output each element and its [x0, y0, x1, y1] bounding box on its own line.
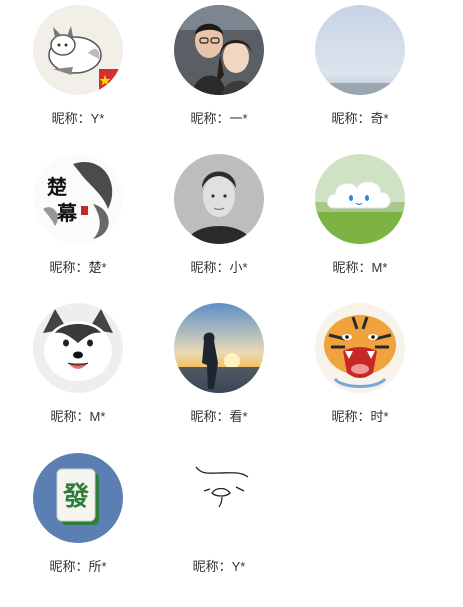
roaring-tiger-avatar-icon[interactable] [315, 303, 405, 393]
nickname-label: 昵称：奇* [331, 111, 389, 126]
sketch-face-avatar-icon[interactable] [174, 453, 264, 543]
couple-selfie-avatar-icon[interactable] [174, 5, 264, 95]
smiling-husky-avatar-icon[interactable] [33, 303, 123, 393]
user-avatar-grid: 昵称：Y* 昵称：一* 昵称：奇* 楚 幕 昵称：楚* 昵称：小* 昵称：M* … [0, 0, 463, 607]
nickname-label: 昵称：楚* [49, 260, 107, 275]
user-card[interactable]: 昵称：看* [144, 301, 294, 451]
nickname-label: 昵称：看* [190, 409, 248, 424]
user-card[interactable]: 昵称：时* [285, 301, 435, 451]
nickname-label: 昵称：所* [49, 559, 107, 574]
user-card[interactable]: 發 昵称：所* [3, 451, 153, 601]
user-card[interactable]: 昵称：M* [285, 152, 435, 302]
svg-text:楚: 楚 [47, 175, 67, 199]
nickname-label: 昵称：M* [50, 409, 106, 424]
svg-text:幕: 幕 [56, 201, 78, 225]
ink-calligraphy-avatar-icon[interactable]: 楚 幕 [33, 154, 123, 244]
svg-text:發: 發 [62, 482, 90, 512]
nickname-label: 昵称：M* [332, 260, 388, 275]
sunset-silhouette-avatar-icon[interactable] [174, 303, 264, 393]
nickname-label: 昵称：时* [331, 409, 389, 424]
user-card[interactable]: 昵称：Y* [3, 3, 153, 153]
nickname-label: 昵称：一* [190, 111, 248, 126]
mahjong-tile-avatar-icon[interactable]: 發 [33, 453, 123, 543]
user-card[interactable]: 昵称：Y* [144, 451, 294, 601]
cloud-on-grass-avatar-icon[interactable] [315, 154, 405, 244]
nickname-label: 昵称：小* [190, 260, 248, 275]
man-portrait-avatar-icon[interactable] [174, 154, 264, 244]
user-card[interactable]: 昵称：M* [3, 301, 153, 451]
nickname-label: 昵称：Y* [51, 111, 105, 126]
sky-horizon-avatar-icon[interactable] [315, 5, 405, 95]
cartoon-husky-avatar-icon[interactable] [33, 5, 123, 95]
user-card[interactable]: 昵称：奇* [285, 3, 435, 153]
user-card[interactable]: 昵称：一* [144, 3, 294, 153]
user-card[interactable]: 昵称：小* [144, 152, 294, 302]
nickname-label: 昵称：Y* [192, 559, 246, 574]
user-card[interactable]: 楚 幕 昵称：楚* [3, 152, 153, 302]
